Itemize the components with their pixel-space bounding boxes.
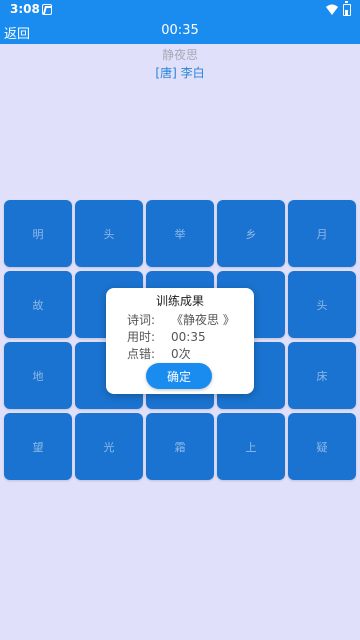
tile[interactable]: 头: [75, 200, 143, 267]
tile[interactable]: 乡: [217, 200, 285, 267]
header-bar: 返回 00:35: [0, 20, 360, 44]
tile[interactable]: 上: [217, 413, 285, 480]
poem-author: [唐] 李白: [155, 66, 205, 80]
wifi-icon: [326, 4, 338, 15]
status-time: 3:08: [10, 2, 40, 16]
notification-icon: [42, 4, 52, 15]
tile[interactable]: 故: [4, 271, 72, 338]
poem-row: 诗词: 《静夜思 》: [127, 311, 235, 328]
tile[interactable]: 霜: [146, 413, 214, 480]
tile[interactable]: 疑: [288, 413, 356, 480]
result-dialog: 训练成果 诗词: 《静夜思 》 用时: 00:35 点错: 0次 确定: [106, 288, 254, 394]
tile[interactable]: 月: [288, 200, 356, 267]
dialog-title: 训练成果: [155, 294, 204, 308]
error-row: 点错: 0次: [127, 345, 191, 362]
battery-icon: [343, 1, 351, 16]
time-value: 00:35: [171, 330, 206, 344]
tile[interactable]: 明: [4, 200, 72, 267]
confirm-button[interactable]: 确定: [146, 363, 212, 389]
tile[interactable]: 地: [4, 342, 72, 409]
tile[interactable]: 光: [75, 413, 143, 480]
poem-value: 《静夜思 》: [171, 313, 235, 327]
poem-title: 静夜思: [161, 48, 198, 62]
error-label: 点错:: [127, 347, 156, 361]
status-bar: 3:08: [0, 0, 360, 20]
tile[interactable]: 床: [288, 342, 356, 409]
timer: 00:35: [161, 23, 199, 38]
tile[interactable]: 望: [4, 413, 72, 480]
tile[interactable]: 头: [288, 271, 356, 338]
error-value: 0次: [171, 347, 191, 361]
time-row: 用时: 00:35: [127, 328, 206, 345]
tile[interactable]: 举: [146, 200, 214, 267]
poem-label: 诗词:: [127, 313, 156, 327]
time-label: 用时:: [127, 330, 156, 344]
